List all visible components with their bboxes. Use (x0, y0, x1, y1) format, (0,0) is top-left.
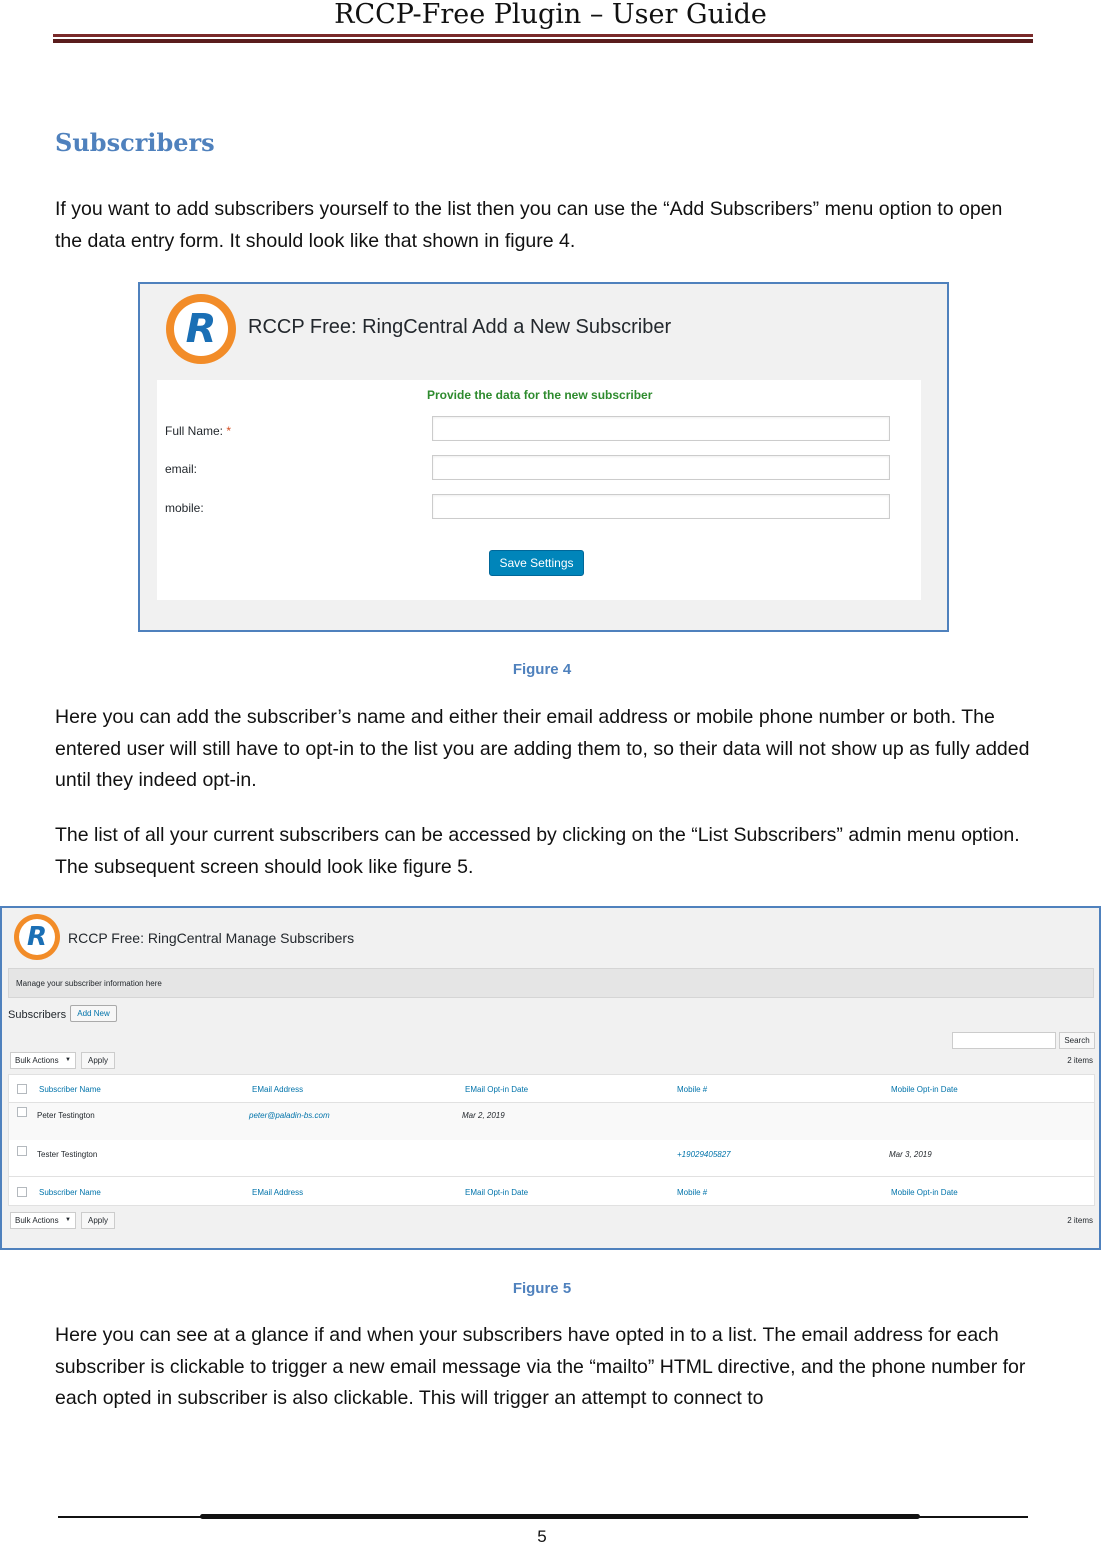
column-header-mobile-optin[interactable]: Mobile Opt-in Date (891, 1085, 958, 1094)
add-new-button[interactable]: Add New (70, 1005, 117, 1022)
apply-button-top[interactable]: Apply (81, 1052, 115, 1069)
bulk-actions-select-top[interactable]: Bulk Actions ▼ (10, 1052, 76, 1069)
figure-5-screenshot: R RCCP Free: RingCentral Manage Subscrib… (0, 906, 1101, 1250)
mobile-label: mobile: (165, 501, 204, 515)
search-input[interactable] (952, 1032, 1056, 1049)
figure-5-caption: Figure 5 (512, 1280, 572, 1297)
subscriber-mobile-link[interactable]: +19029405827 (677, 1150, 731, 1159)
full-name-label: Full Name: * (165, 424, 232, 438)
header-rule (53, 34, 1033, 37)
paragraph-1: If you want to add subscribers yourself … (55, 198, 1003, 252)
search-button[interactable]: Search (1059, 1032, 1095, 1049)
column-header-mobile[interactable]: Mobile # (677, 1085, 707, 1094)
full-name-field[interactable] (432, 416, 890, 441)
table-footer-row: Subscriber Name EMail Address EMail Opt-… (9, 1176, 1094, 1206)
row-checkbox[interactable] (17, 1146, 27, 1156)
column-footer-name[interactable]: Subscriber Name (39, 1188, 101, 1197)
table-row: Peter Testington peter@paladin-bs.com Ma… (9, 1103, 1094, 1140)
section-heading: Subscribers (55, 128, 215, 157)
email-optin-date: Mar 2, 2019 (462, 1111, 505, 1120)
select-all-checkbox[interactable] (17, 1187, 27, 1197)
column-footer-email[interactable]: EMail Address (252, 1188, 303, 1197)
row-checkbox[interactable] (17, 1107, 27, 1117)
form-heading: Provide the data for the new subscriber (427, 388, 653, 402)
column-footer-mobile[interactable]: Mobile # (677, 1188, 707, 1197)
bulk-actions-select-bottom[interactable]: Bulk Actions ▼ (10, 1212, 76, 1229)
figure-4-caption: Figure 4 (512, 661, 572, 678)
table-row: Tester Testington +19029405827 Mar 3, 20… (9, 1140, 1094, 1176)
paragraph-4: Here you can see at a glance if and when… (55, 1324, 1026, 1409)
figure-4-screenshot: R RCCP Free: RingCentral Add a New Subsc… (138, 282, 949, 632)
column-footer-email-optin[interactable]: EMail Opt-in Date (465, 1188, 528, 1197)
mobile-optin-date: Mar 3, 2019 (889, 1150, 932, 1159)
document-header-title: RCCP-Free Plugin – User Guide (334, 0, 767, 30)
column-header-email[interactable]: EMail Address (252, 1085, 303, 1094)
column-header-email-optin[interactable]: EMail Opt-in Date (465, 1085, 528, 1094)
paragraph-2: Here you can add the subscriber’s name a… (55, 706, 1030, 791)
item-count-top: 2 items (1067, 1056, 1093, 1065)
item-count-bottom: 2 items (1067, 1216, 1093, 1225)
subscriber-email-link[interactable]: peter@paladin-bs.com (249, 1111, 330, 1120)
chevron-down-icon: ▼ (65, 1217, 71, 1223)
footer-rule-thick (200, 1514, 920, 1519)
subscriber-form-panel: Provide the data for the new subscriber … (157, 380, 921, 600)
save-settings-button[interactable]: Save Settings (489, 550, 584, 576)
column-header-name[interactable]: Subscriber Name (39, 1085, 101, 1094)
paragraph-3: The list of all your current subscribers… (55, 824, 1020, 878)
page-title: RCCP Free: RingCentral Add a New Subscri… (248, 316, 672, 338)
ringcentral-logo-icon: R (166, 294, 236, 364)
ringcentral-logo-icon: R (14, 914, 60, 960)
chevron-down-icon: ▼ (65, 1057, 71, 1063)
header-rule-thick (53, 39, 1033, 43)
apply-button-bottom[interactable]: Apply (81, 1212, 115, 1229)
email-label: email: (165, 462, 198, 476)
table-header-row: Subscriber Name EMail Address EMail Opt-… (9, 1075, 1094, 1103)
select-all-checkbox[interactable] (17, 1084, 27, 1094)
email-field[interactable] (432, 455, 890, 480)
required-mark: * (226, 424, 232, 438)
column-footer-mobile-optin[interactable]: Mobile Opt-in Date (891, 1188, 958, 1197)
subscriber-name: Tester Testington (37, 1150, 98, 1159)
logo-letter: R (185, 306, 217, 352)
info-notice: Manage your subscriber information here (8, 968, 1094, 998)
page-number: 5 (537, 1527, 547, 1546)
subscriber-name: Peter Testington (37, 1111, 95, 1120)
logo-letter: R (26, 922, 48, 952)
subscribers-heading: Subscribers (8, 1009, 67, 1021)
subscribers-table: Subscriber Name EMail Address EMail Opt-… (8, 1074, 1095, 1206)
page-title: RCCP Free: RingCentral Manage Subscriber… (68, 930, 355, 946)
mobile-field[interactable] (432, 494, 890, 519)
